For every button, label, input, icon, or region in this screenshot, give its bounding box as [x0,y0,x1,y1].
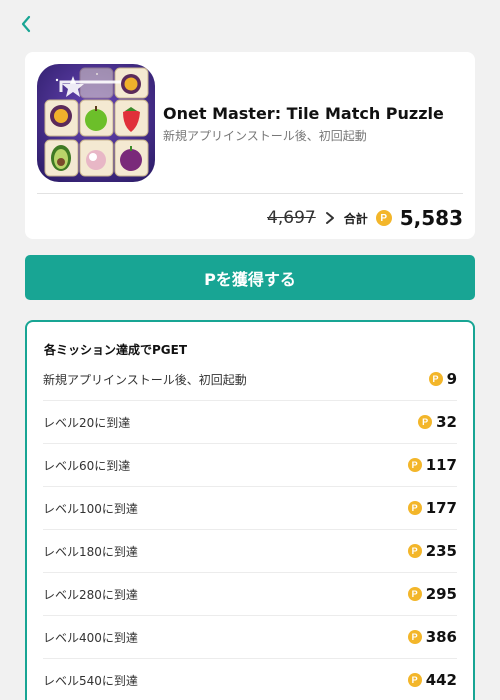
point-coin-icon: P [407,673,422,687]
tile-puzzle-app-icon [37,64,155,182]
point-coin-icon: P [407,587,422,601]
total-amount: 5,583 [399,206,463,230]
mission-reward: P 9 [428,370,457,388]
mission-reward: P 442 [407,671,457,689]
point-coin-icon: P [418,415,433,429]
mission-points: 295 [425,585,457,603]
mission-points: 235 [425,542,457,560]
mission-label: レベル100に到達 [43,501,138,516]
mission-reward: P 295 [407,585,457,603]
earn-points-button[interactable]: Pを獲得する [25,255,475,300]
mission-row: レベル180に到達 P 235 [43,530,457,573]
mission-reward: P 235 [407,542,457,560]
mission-label: レベル280に到達 [43,587,138,602]
mission-list: 新規アプリインストール後、初回起動 P 9 レベル20に到達 P 32 レベル6… [43,358,457,700]
point-coin-icon: P [407,544,422,558]
mission-row: レベル540に到達 P 442 [43,659,457,700]
point-coin-icon: P [428,372,443,386]
mission-points: 32 [436,413,457,431]
total-label: 合計 [343,211,368,226]
point-coin-icon: P [407,458,422,472]
mission-points: 386 [425,628,457,646]
missions-panel: 各ミッション達成でPGET 新規アプリインストール後、初回起動 P 9 レベル2… [25,320,475,700]
mission-label: レベル20に到達 [43,415,131,430]
mission-row: 新規アプリインストール後、初回起動 P 9 [43,358,457,401]
top-bar [0,0,500,48]
old-price: 4,697 [267,208,316,228]
price-summary: 4,697 合計 P 5,583 [267,204,463,232]
missions-title: 各ミッション達成でPGET [44,343,188,357]
mission-reward: P 177 [407,499,457,517]
mission-label: レベル60に到達 [43,458,131,473]
mission-row: レベル60に到達 P 117 [43,444,457,487]
mission-label: レベル400に到達 [43,630,138,645]
mission-points: 9 [446,370,457,388]
divider [37,193,463,194]
mission-label: レベル540に到達 [43,673,138,688]
mission-row: レベル20に到達 P 32 [43,401,457,444]
chevron-right-icon [325,212,334,224]
mission-points: 117 [425,456,457,474]
mission-label: 新規アプリインストール後、初回起動 [43,372,247,387]
mission-reward: P 386 [407,628,457,646]
point-coin-icon: P [407,501,422,515]
app-title: Onet Master: Tile Match Puzzle [163,104,444,123]
app-card: Onet Master: Tile Match Puzzle 新規アプリインスト… [25,52,475,239]
mission-row: レベル280に到達 P 295 [43,573,457,616]
app-condition: 新規アプリインストール後、初回起動 [163,129,367,143]
point-coin-icon: P [375,210,392,226]
mission-row: レベル100に到達 P 177 [43,487,457,530]
back-button[interactable] [14,10,38,38]
mission-points: 177 [425,499,457,517]
point-coin-icon: P [407,630,422,644]
mission-reward: P 117 [407,456,457,474]
mission-reward: P 32 [418,413,457,431]
mission-label: レベル180に到達 [43,544,138,559]
mission-row: レベル400に到達 P 386 [43,616,457,659]
chevron-left-icon [21,15,31,33]
mission-points: 442 [425,671,457,689]
